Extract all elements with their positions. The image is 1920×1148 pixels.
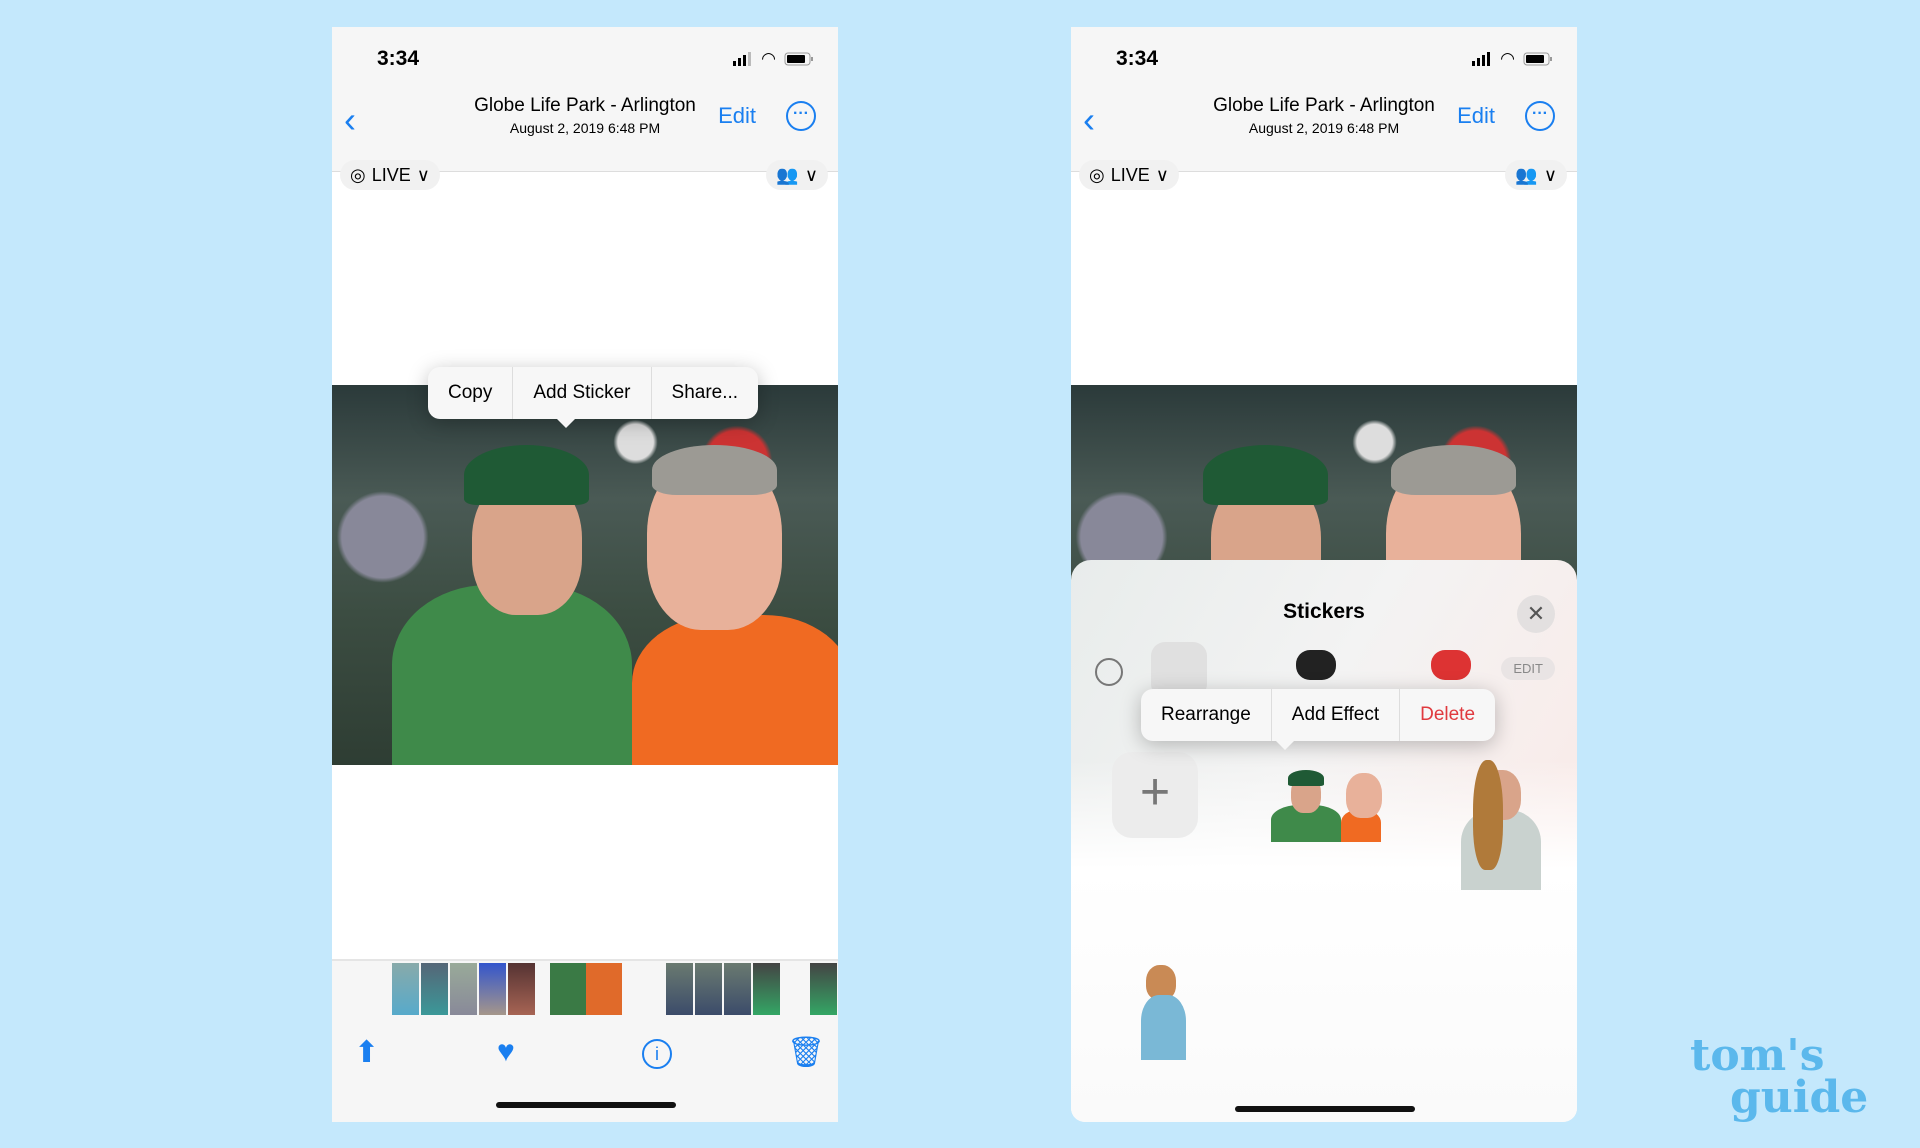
close-button[interactable]: ✕	[1517, 595, 1555, 633]
status-icons: ◠	[1472, 49, 1553, 69]
status-time: 3:34	[377, 47, 420, 70]
add-sticker-menu-item[interactable]: Add Sticker	[513, 367, 652, 419]
info-icon[interactable]: i	[642, 1039, 672, 1069]
battery-icon	[1523, 52, 1552, 66]
recents-clock-icon[interactable]	[1095, 658, 1123, 686]
people-button[interactable]: 👥 ∨	[766, 160, 828, 190]
live-button[interactable]: ◎ LIVE ∨	[340, 160, 440, 190]
share-icon[interactable]: ⬆	[354, 1035, 379, 1070]
live-icon: ◎	[350, 164, 366, 185]
edit-stickers-button[interactable]: EDIT	[1501, 657, 1555, 680]
nav-title: Globe Life Park - Arlington	[1213, 95, 1435, 116]
add-sticker-button[interactable]: +	[1112, 752, 1198, 838]
home-indicator[interactable]	[1235, 1106, 1415, 1112]
photo[interactable]	[332, 385, 838, 765]
battery-icon	[784, 52, 813, 66]
sticker-item[interactable]	[1451, 760, 1551, 890]
chevron-down-icon: ∨	[1155, 164, 1169, 185]
rearrange-menu-item[interactable]: Rearrange	[1141, 689, 1272, 741]
more-button[interactable]: ···	[1525, 101, 1555, 131]
add-effect-menu-item[interactable]: Add Effect	[1272, 689, 1401, 741]
sticker-item[interactable]	[1126, 965, 1201, 1060]
wifi-icon: ◠	[1500, 49, 1515, 68]
stickers-title: Stickers	[1283, 600, 1365, 623]
people-icon: 👥	[1515, 164, 1538, 185]
chevron-down-icon: ∨	[804, 164, 818, 185]
wifi-icon: ◠	[761, 49, 776, 68]
more-button[interactable]: ···	[786, 101, 816, 131]
nav-date: August 2, 2019 6:48 PM	[509, 120, 661, 136]
sticker-category-tab[interactable]	[1431, 650, 1471, 680]
live-label: LIVE	[371, 164, 411, 185]
nav-date: August 2, 2019 6:48 PM	[1248, 120, 1400, 136]
edit-button[interactable]: Edit	[718, 103, 756, 129]
header: 3:34 ◠ ‹ Globe Life Park - Arlington Augu…	[1071, 27, 1577, 172]
delete-menu-item[interactable]: Delete	[1400, 689, 1495, 741]
people-button[interactable]: 👥 ∨	[1505, 160, 1567, 190]
sticker-screen: 3:34 ◠ ‹ Globe Life Park - Arlington Augu…	[1071, 27, 1577, 1122]
sticker-context-menu: Rearrange Add Effect Delete	[1141, 689, 1496, 750]
status-icons: ◠	[733, 49, 814, 69]
edit-button[interactable]: Edit	[1457, 103, 1495, 129]
photo-viewer-screen: 3:34 ◠ ‹ Globe Life Park - Arlington Augu…	[332, 27, 838, 1122]
sticker-item[interactable]	[1271, 770, 1391, 842]
status-time: 3:34	[1116, 47, 1159, 70]
filmstrip[interactable]	[332, 959, 838, 1017]
live-label: LIVE	[1110, 164, 1150, 185]
people-icon: 👥	[776, 164, 799, 185]
sticker-category-tab[interactable]	[1296, 650, 1336, 680]
chevron-down-icon: ∨	[1543, 164, 1557, 185]
copy-menu-item[interactable]: Copy	[428, 367, 514, 419]
signal-icon	[1472, 52, 1491, 66]
stickers-sheet: Stickers ✕ EDIT + Rearrange Add Effect D…	[1071, 560, 1577, 1122]
nav-title: Globe Life Park - Arlington	[474, 95, 696, 116]
toms-guide-logo: tom's guide	[1690, 1030, 1869, 1123]
header: 3:34 ◠ ‹ Globe Life Park - Arlington Augu…	[332, 27, 838, 172]
live-icon: ◎	[1089, 164, 1105, 185]
heart-icon[interactable]: ♥	[497, 1035, 515, 1069]
signal-icon	[733, 52, 752, 66]
share-menu-item[interactable]: Share...	[652, 367, 759, 419]
trash-icon[interactable]: 🗑	[787, 1035, 825, 1070]
bottom-toolbar: ⬆ ♥ i 🗑	[332, 1015, 838, 1122]
live-button[interactable]: ◎ LIVE ∨	[1079, 160, 1179, 190]
home-indicator[interactable]	[496, 1102, 676, 1108]
photo-context-menu: Copy Add Sticker Share...	[428, 367, 759, 428]
chevron-down-icon: ∨	[416, 164, 430, 185]
